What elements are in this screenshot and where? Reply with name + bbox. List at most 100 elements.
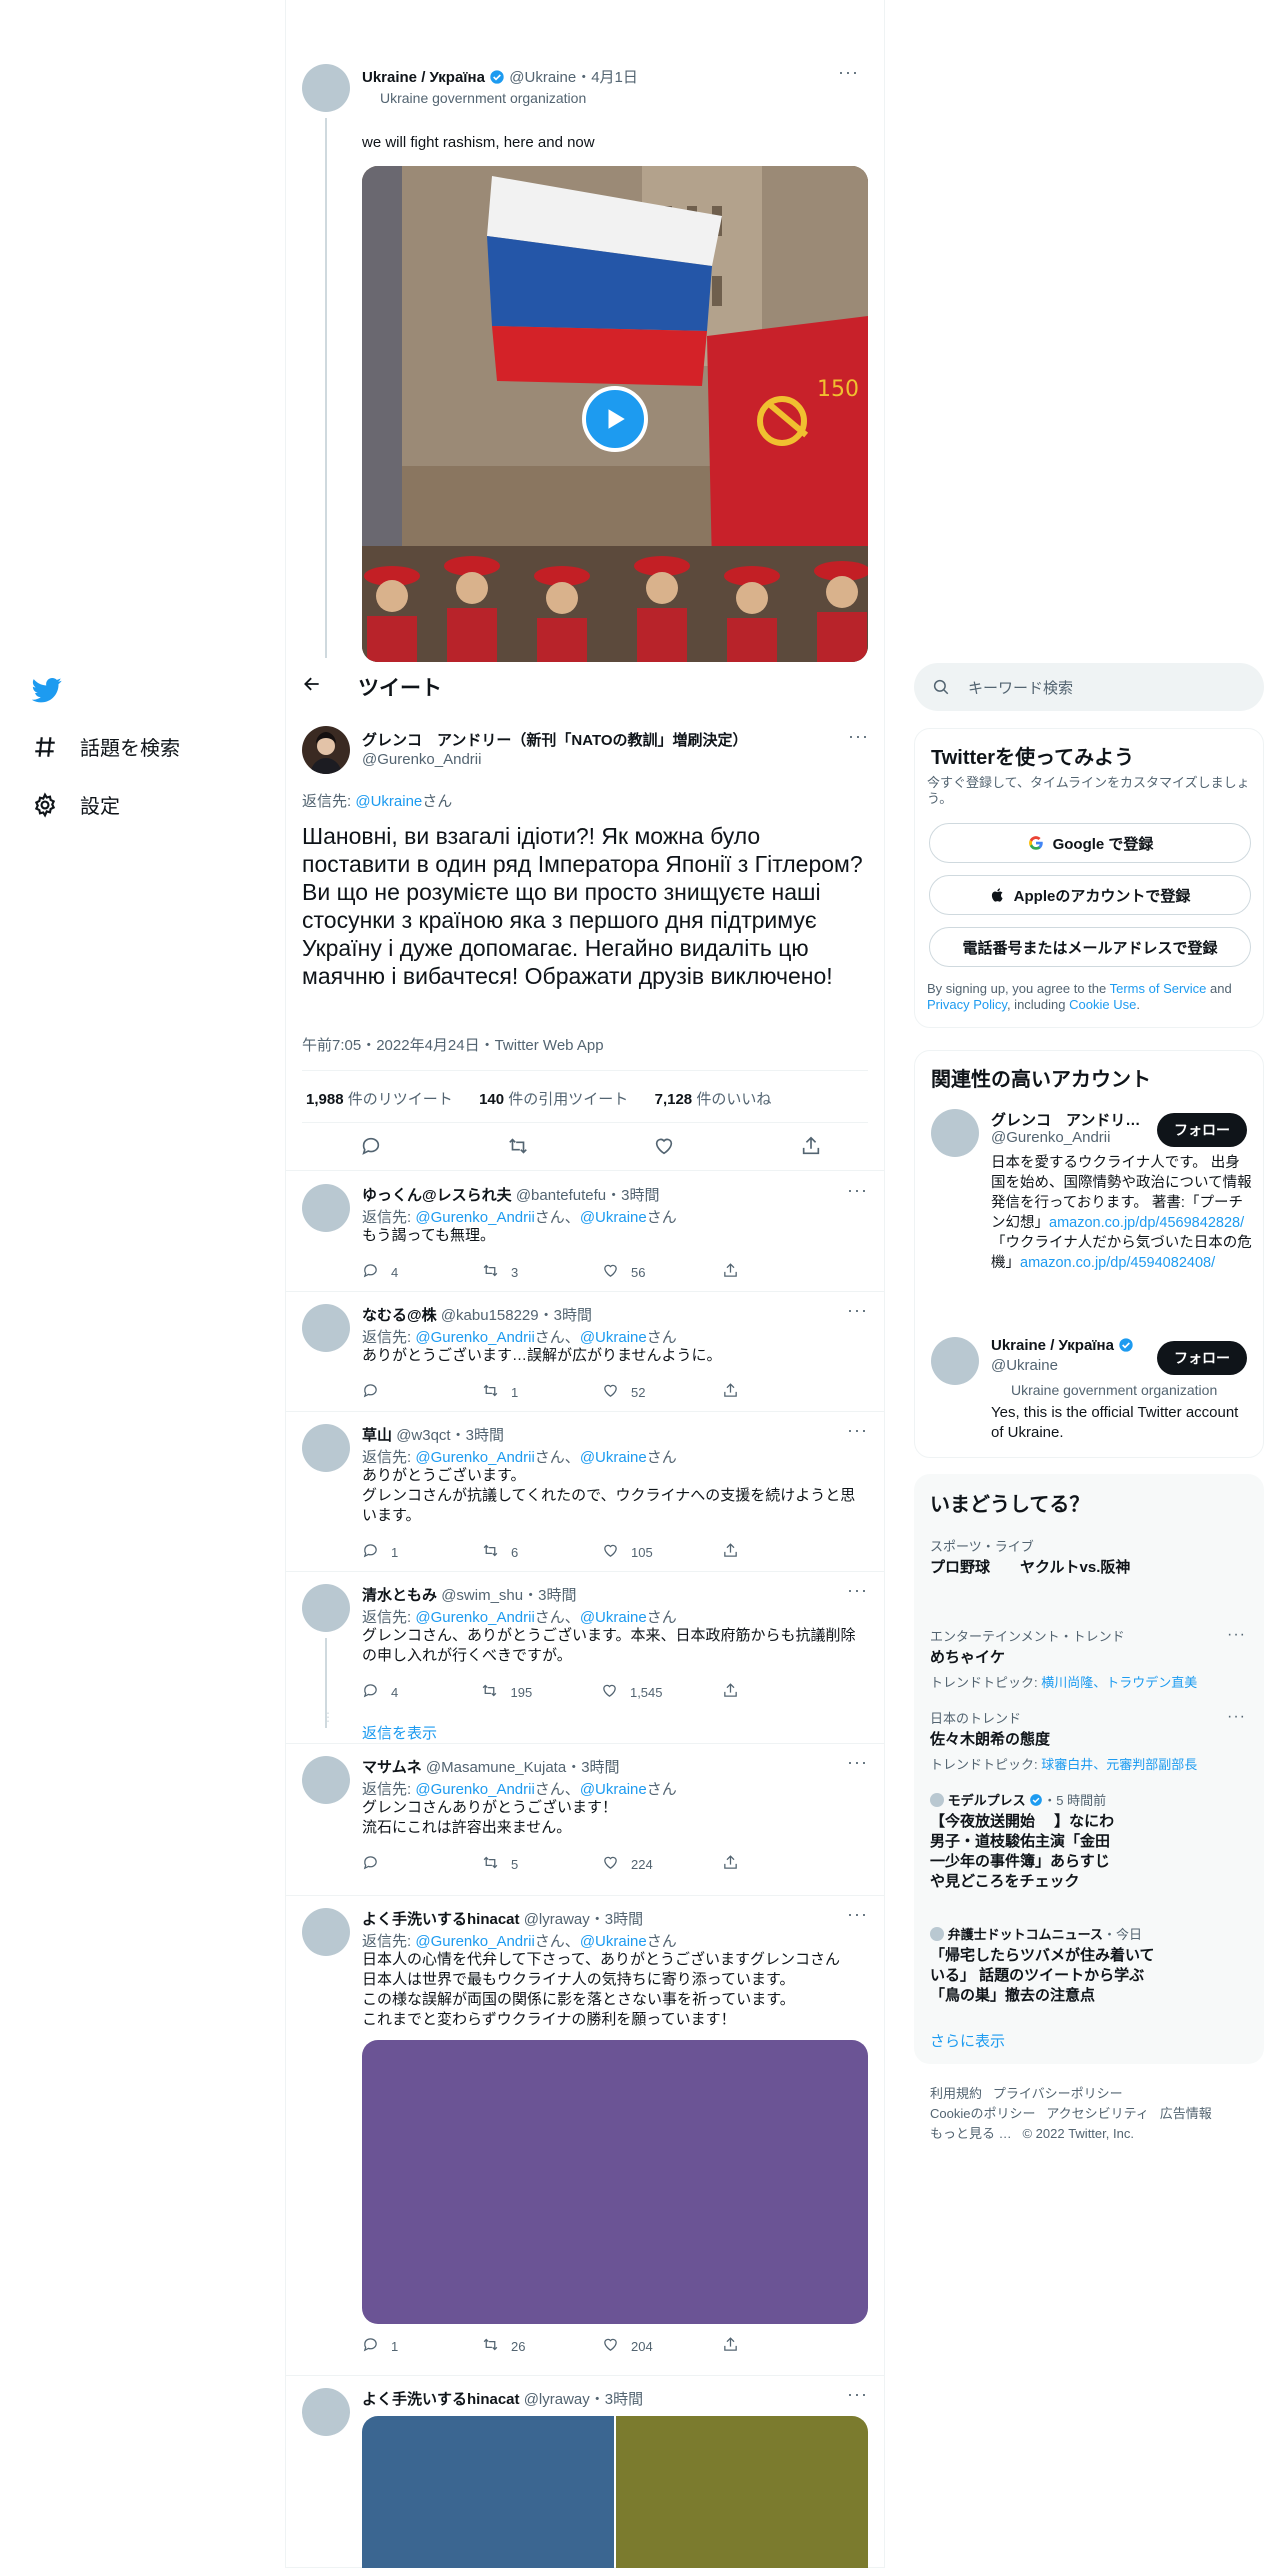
reply-button[interactable]	[362, 1854, 422, 1874]
trend-item[interactable]: エンターテインメント・トレンド めちゃイケ トレンドトピック: 横川尚隆、トラウ…	[930, 1626, 1250, 1691]
reply-time[interactable]: ・3時間	[539, 1307, 592, 1324]
reply-button[interactable]	[362, 1382, 422, 1402]
avatar[interactable]	[302, 1304, 350, 1352]
reply-icon[interactable]	[360, 1135, 382, 1162]
reply-tweet[interactable]: ゆっくん@レスられ夫 @bantefutefu・3時間 ··· 返信先: @Gure…	[286, 1172, 884, 1292]
share-button[interactable]	[722, 1382, 782, 1402]
avatar[interactable]	[302, 64, 350, 112]
like-button[interactable]: 56	[602, 1262, 662, 1282]
quotes-stat[interactable]: 140 件の引用ツイート	[479, 1091, 628, 1108]
main-author-handle[interactable]: @Gurenko_Andrii	[362, 751, 481, 768]
reply-tweet[interactable]: 草山 @w3qct・3時間 ··· 返信先: @Gurenko_Andriiさん、@…	[286, 1412, 884, 1572]
more-icon[interactable]: ···	[847, 1752, 868, 1773]
share-button[interactable]	[722, 2336, 782, 2356]
reply-to-link[interactable]: @Gurenko_Andrii	[415, 1209, 534, 1226]
reply-to-link[interactable]: @Ukraine	[580, 1449, 647, 1466]
retweet-button[interactable]: 1	[482, 1382, 542, 1402]
retweet-button[interactable]: 26	[482, 2336, 542, 2356]
like-button[interactable]: 105	[602, 1542, 662, 1562]
terms-link[interactable]: Terms of Service	[1110, 981, 1207, 996]
news-item[interactable]: モデルプレス ・5 時間前 【今夜放送開始 】なにわ男子・道枝駿佑主演「金田一少…	[930, 1790, 1250, 1892]
like-button[interactable]: 224	[602, 1854, 662, 1874]
media-image[interactable]	[362, 2040, 868, 2324]
account-name[interactable]: Ukraine / Україна	[991, 1337, 1114, 1354]
avatar[interactable]	[302, 726, 350, 774]
reply-tweet[interactable]: よく手洗いするhinacat @lyraway・3時間 ··· 返信先: @Gure…	[286, 1896, 884, 2376]
follow-button[interactable]: フォロー	[1157, 1113, 1247, 1147]
quoted-author-handle[interactable]: @Ukraine	[509, 69, 576, 86]
reply-to-link[interactable]: @Gurenko_Andrii	[415, 1329, 534, 1346]
share-button[interactable]	[722, 1854, 782, 1874]
follow-button[interactable]: フォロー	[1157, 1341, 1247, 1375]
retweet-icon[interactable]	[507, 1135, 529, 1162]
avatar[interactable]	[302, 1908, 350, 1956]
reply-author-handle[interactable]: @Masamune_Kujata	[426, 1759, 566, 1776]
reply-author-name[interactable]: ゆっくん@レスられ夫	[362, 1187, 512, 1204]
like-icon[interactable]	[653, 1135, 675, 1162]
back-arrow-icon[interactable]	[302, 674, 322, 700]
media-image[interactable]	[362, 2416, 614, 2568]
quoted-author-name[interactable]: Ukraine / Україна	[362, 69, 485, 86]
reply-time[interactable]: ・3時間	[566, 1759, 619, 1776]
reply-author-handle[interactable]: @lyraway	[524, 2391, 590, 2408]
more-icon[interactable]: ···	[848, 726, 869, 747]
reply-to-link[interactable]: @Gurenko_Andrii	[415, 1933, 534, 1950]
avatar[interactable]	[302, 1184, 350, 1232]
news-item[interactable]: 弁護士ドットコムニュース・今日 「帰宅したらツバメが住み着いている」 話題のツイ…	[930, 1924, 1250, 2006]
trend-item[interactable]: 日本のトレンド 佐々木朗希の態度 トレンドトピック: 球審白井、元審判部副部長	[930, 1708, 1250, 1773]
reply-time[interactable]: ・3時間	[523, 1587, 576, 1604]
reply-time[interactable]: ・3時間	[451, 1427, 504, 1444]
reply-to-link[interactable]: @Ukraine	[580, 1609, 647, 1626]
reply-to-link[interactable]: @Gurenko_Andrii	[415, 1609, 534, 1626]
retweet-button[interactable]: 195	[481, 1682, 541, 1702]
reply-tweet[interactable]: なむる@株 @kabu158229・3時間 ··· 返信先: @Gurenko_An…	[286, 1292, 884, 1412]
reply-time[interactable]: ・3時間	[606, 1187, 659, 1204]
reply-to-link[interactable]: @Ukraine	[580, 1781, 647, 1798]
privacy-link[interactable]: Privacy Policy	[927, 997, 1007, 1012]
media-image[interactable]	[616, 2416, 868, 2568]
avatar[interactable]	[931, 1337, 979, 1385]
nav-settings[interactable]: 設定	[32, 790, 120, 819]
reply-button[interactable]: 4	[362, 1682, 422, 1702]
footer-link[interactable]: アクセシビリティ	[1046, 2106, 1149, 2121]
more-icon[interactable]: ···	[847, 1300, 868, 1321]
footer-link[interactable]: 広告情報	[1160, 2106, 1212, 2121]
play-icon[interactable]	[582, 386, 648, 452]
more-icon[interactable]: ···	[838, 62, 859, 83]
bio-link[interactable]: amazon.co.jp/dp/4594082408/	[1020, 1255, 1215, 1271]
share-button[interactable]	[722, 1542, 782, 1562]
more-icon[interactable]: ···	[1227, 1708, 1246, 1726]
reply-author-name[interactable]: 清水ともみ	[362, 1587, 437, 1604]
footer-more-link[interactable]: もっと見る …	[930, 2126, 1012, 2141]
reply-button[interactable]: 1	[362, 1542, 422, 1562]
reply-author-name[interactable]: よく手洗いするhinacat	[362, 1911, 520, 1928]
reply-to-link[interactable]: @Gurenko_Andrii	[415, 1449, 534, 1466]
avatar[interactable]	[931, 1109, 979, 1157]
reply-author-name[interactable]: 草山	[362, 1427, 392, 1444]
show-replies-link[interactable]: 返信を表示	[362, 1722, 437, 1743]
reply-button[interactable]: 4	[362, 1262, 422, 1282]
reply-author-name[interactable]: よく手洗いするhinacat	[362, 2391, 520, 2408]
twitter-logo-icon[interactable]	[31, 675, 62, 710]
more-icon[interactable]: ···	[847, 2384, 868, 2405]
more-icon[interactable]: ···	[847, 1180, 868, 1201]
quoted-video[interactable]: 150	[362, 166, 868, 662]
account-handle[interactable]: @Gurenko_Andrii	[991, 1129, 1110, 1146]
retweet-button[interactable]: 3	[482, 1262, 542, 1282]
likes-stat[interactable]: 7,128 件のいいね	[655, 1091, 772, 1108]
more-icon[interactable]: ···	[1227, 1626, 1246, 1644]
reply-time[interactable]: ・3時間	[590, 1911, 643, 1928]
trend-item[interactable]: スポーツ・ライブ プロ野球 ヤクルトvs.阪神	[930, 1536, 1250, 1578]
reply-to-link[interactable]: @Ukraine	[580, 1933, 647, 1950]
apple-signup-button[interactable]: Appleのアカウントで登録	[929, 875, 1251, 915]
avatar[interactable]	[302, 1756, 350, 1804]
more-icon[interactable]: ···	[847, 1420, 868, 1441]
more-icon[interactable]: ···	[847, 1904, 868, 1925]
retweets-stat[interactable]: 1,988 件のリツイート	[306, 1091, 453, 1108]
reply-to-link[interactable]: @Gurenko_Andrii	[415, 1781, 534, 1798]
avatar[interactable]	[302, 1424, 350, 1472]
trend-subtopic-links[interactable]: 横川尚隆、トラウデン直美	[1041, 1675, 1197, 1690]
avatar[interactable]	[302, 2388, 350, 2436]
show-more-link[interactable]: さらに表示	[930, 2030, 1005, 2051]
media-grid[interactable]	[362, 2416, 868, 2568]
